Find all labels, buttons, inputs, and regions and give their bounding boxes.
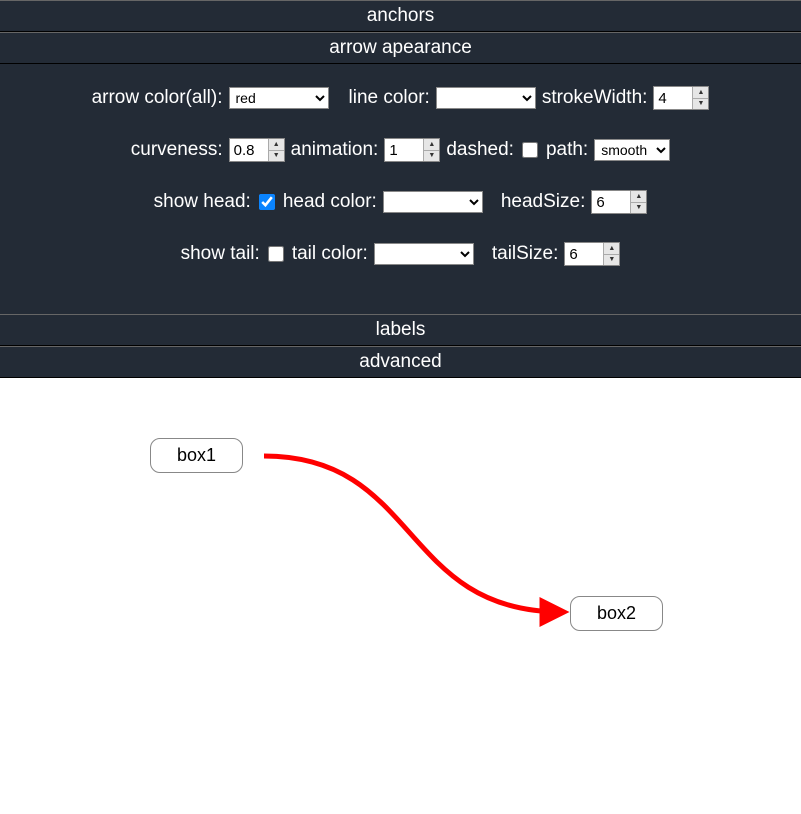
row-2: curveness: ▲ ▼ animation: ▲ ▼ dashed: pa…: [0, 138, 801, 162]
animation-up[interactable]: ▲: [424, 139, 439, 151]
head-color-select[interactable]: [383, 191, 483, 213]
animation-spinner[interactable]: ▲ ▼: [423, 139, 439, 161]
row-4: show tail: tail color: tailSize: ▲ ▼: [0, 242, 801, 266]
stroke-width-field[interactable]: [654, 87, 692, 109]
arrow-svg: [0, 378, 801, 778]
path-label: path:: [546, 139, 588, 161]
dashed-label: dashed:: [446, 139, 514, 161]
animation-label: animation:: [291, 139, 379, 161]
head-size-down[interactable]: ▼: [631, 203, 646, 214]
box2[interactable]: box2: [570, 596, 663, 631]
controls-panel: anchors arrow apearance arrow color(all)…: [0, 0, 801, 378]
stroke-width-up[interactable]: ▲: [693, 87, 708, 99]
box1[interactable]: box1: [150, 438, 243, 473]
row-1: arrow color(all): red line color: stroke…: [0, 86, 801, 110]
section-anchors[interactable]: anchors: [0, 0, 801, 32]
tail-size-spinner[interactable]: ▲ ▼: [603, 243, 619, 265]
tail-size-up[interactable]: ▲: [604, 243, 619, 255]
dashed-checkbox[interactable]: [522, 142, 538, 158]
tail-color-select[interactable]: [374, 243, 474, 265]
tail-size-label: tailSize:: [492, 243, 559, 265]
section-arrow-appearance[interactable]: arrow apearance: [0, 32, 801, 64]
curveness-up[interactable]: ▲: [269, 139, 284, 151]
tail-size-field[interactable]: [565, 243, 603, 265]
line-color-select[interactable]: [436, 87, 536, 109]
section-advanced[interactable]: advanced: [0, 346, 801, 378]
curveness-spinner[interactable]: ▲ ▼: [268, 139, 284, 161]
head-size-up[interactable]: ▲: [631, 191, 646, 203]
stroke-width-spinner[interactable]: ▲ ▼: [692, 87, 708, 109]
curveness-field[interactable]: [230, 139, 268, 161]
stroke-width-down[interactable]: ▼: [693, 99, 708, 110]
curveness-label: curveness:: [131, 139, 223, 161]
stroke-width-input[interactable]: ▲ ▼: [653, 86, 709, 110]
show-head-label: show head:: [154, 191, 251, 213]
row-3: show head: head color: headSize: ▲ ▼: [0, 190, 801, 214]
head-size-spinner[interactable]: ▲ ▼: [630, 191, 646, 213]
line-color-label: line color:: [349, 87, 430, 109]
animation-down[interactable]: ▼: [424, 151, 439, 162]
arrow-color-label: arrow color(all):: [92, 87, 223, 109]
show-tail-checkbox[interactable]: [268, 246, 284, 262]
head-size-input[interactable]: ▲ ▼: [591, 190, 647, 214]
tail-size-down[interactable]: ▼: [604, 255, 619, 266]
head-size-field[interactable]: [592, 191, 630, 213]
canvas-area: box1 box2: [0, 378, 801, 778]
tail-color-label: tail color:: [292, 243, 368, 265]
head-color-label: head color:: [283, 191, 377, 213]
show-tail-label: show tail:: [181, 243, 260, 265]
stroke-width-label: strokeWidth:: [542, 87, 648, 109]
path-select[interactable]: smooth: [594, 139, 670, 161]
arrow-path: [264, 456, 562, 612]
section-labels[interactable]: labels: [0, 314, 801, 346]
tail-size-input[interactable]: ▲ ▼: [564, 242, 620, 266]
head-size-label: headSize:: [501, 191, 586, 213]
arrow-color-select[interactable]: red: [229, 87, 329, 109]
curveness-input[interactable]: ▲ ▼: [229, 138, 285, 162]
animation-input[interactable]: ▲ ▼: [384, 138, 440, 162]
animation-field[interactable]: [385, 139, 423, 161]
show-head-checkbox[interactable]: [259, 194, 275, 210]
arrow-appearance-body: arrow color(all): red line color: stroke…: [0, 64, 801, 314]
curveness-down[interactable]: ▼: [269, 151, 284, 162]
